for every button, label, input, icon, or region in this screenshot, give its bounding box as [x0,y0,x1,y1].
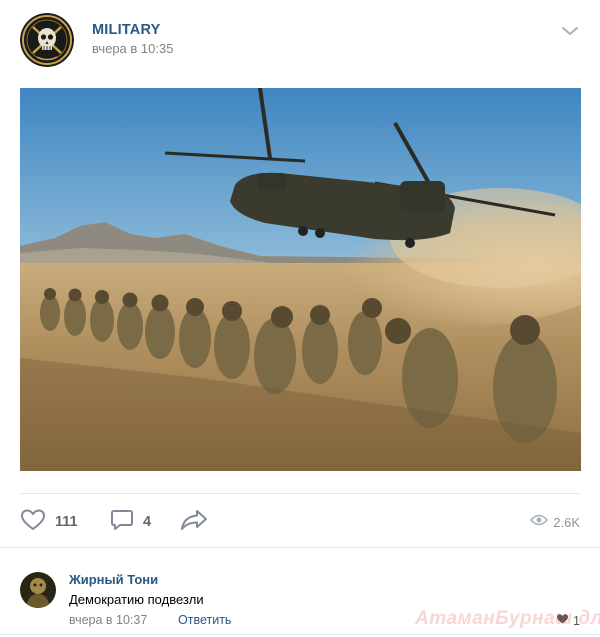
views-count: 2.6K [553,514,580,530]
post-photo[interactable] [20,88,581,471]
skull-emblem-icon [20,13,74,67]
reply-button[interactable]: Ответить [178,613,231,627]
post-timestamp[interactable]: вчера в 10:35 [92,41,173,56]
like-count: 111 [55,514,78,530]
divider [20,493,580,494]
comment-author-link[interactable]: Жирный Тони [69,572,158,587]
comment-bubble-icon [110,508,134,537]
group-name-link[interactable]: MILITARY [92,22,160,38]
like-button[interactable]: 111 [20,508,78,536]
group-avatar[interactable] [20,13,74,67]
chevron-down-icon[interactable] [560,23,580,39]
comment-timestamp[interactable]: вчера в 10:37 [69,613,147,627]
share-button[interactable] [180,508,208,536]
commenter-avatar[interactable] [20,572,56,608]
watermark-text: АтаманБурнаш для ЯП [415,608,600,629]
comment-button[interactable]: 4 [110,508,151,536]
comment-text: Демократию подвезли [69,592,204,607]
divider [0,634,600,635]
comments-separator [0,547,600,555]
heart-icon [20,508,46,537]
comment-count: 4 [143,514,152,530]
eye-icon [530,513,549,531]
post-actions-bar: 111 4 2.6K [20,508,580,536]
views-counter: 2.6K [530,513,580,531]
share-arrow-icon [180,508,208,537]
post-header: MILITARY вчера в 10:35 [20,13,580,69]
